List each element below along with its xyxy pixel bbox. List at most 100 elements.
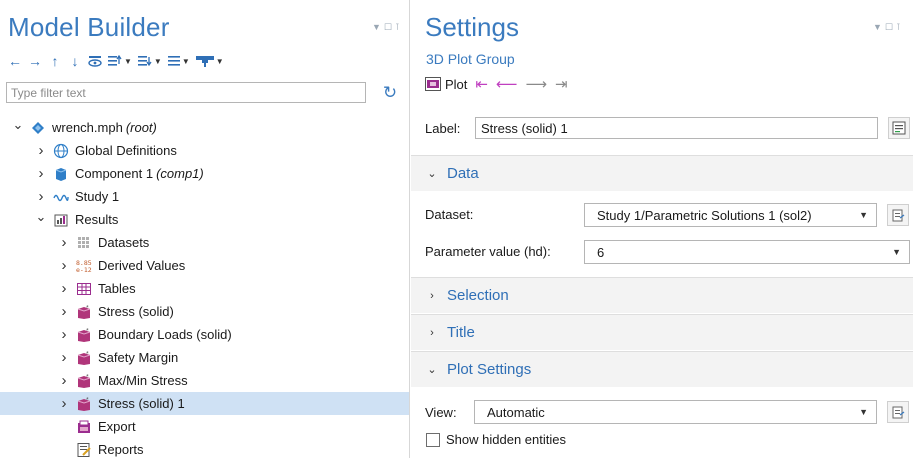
tree-item-label: Results	[75, 212, 119, 227]
tree-item[interactable]: › * Stress (solid)	[0, 300, 409, 323]
expand-icon[interactable]: ▼	[137, 51, 162, 71]
chevron-right-icon[interactable]: ›	[35, 165, 47, 182]
tree-item-label: Study 1	[75, 189, 120, 204]
view-caption: View:	[425, 405, 457, 420]
tree-item[interactable]: › * Safety Margin	[0, 346, 409, 369]
tree-item[interactable]: › 8.85 e-12 Derived Values	[0, 254, 409, 277]
move-up-icon[interactable]: ↑	[48, 51, 62, 71]
chevron-right-icon[interactable]: ›	[58, 257, 70, 274]
chevron-right-icon[interactable]: ›	[58, 349, 70, 366]
pin-icon[interactable]: ⊺	[896, 22, 904, 32]
section-title-label: Title	[447, 324, 475, 341]
globe-icon	[53, 143, 69, 159]
chevron-right-icon[interactable]: ›	[58, 234, 70, 251]
tree-item[interactable]: ⌄ wrench.mph (root)	[0, 116, 409, 139]
derived-values-icon: 8.85 e-12	[76, 258, 92, 274]
label-input[interactable]: Stress (solid) 1	[475, 117, 878, 139]
refresh-icon[interactable]: ↻	[379, 82, 401, 103]
settings-toolbar: Plot ⇤ ⟵ ⟶ ⇥	[425, 73, 568, 95]
component-icon	[53, 166, 69, 182]
maximize-icon[interactable]: ☐	[384, 22, 395, 32]
tree-item-tag: (root)	[125, 120, 157, 135]
filter-icon[interactable]: ▼	[195, 51, 224, 71]
first-plot-icon[interactable]: ⇤	[475, 75, 488, 93]
maximize-icon[interactable]: ☐	[885, 22, 896, 32]
tree-item[interactable]: › * Stress (solid) 1	[0, 392, 409, 415]
chevron-right-icon[interactable]: ›	[58, 395, 70, 412]
section-plot-settings[interactable]: ⌄ Plot Settings	[411, 351, 913, 387]
tree-item[interactable]: › Component 1 (comp1)	[0, 162, 409, 185]
tree-item-tag: (comp1)	[156, 166, 204, 181]
dataset-go-to-button[interactable]	[887, 204, 909, 226]
checkbox[interactable]	[426, 432, 440, 447]
show-icon[interactable]	[88, 51, 102, 71]
chevron-right-icon[interactable]: ›	[35, 142, 47, 159]
plot-group-icon: *	[76, 327, 92, 343]
tree-item[interactable]: › * Max/Min Stress	[0, 369, 409, 392]
tree-item[interactable]: › Datasets	[0, 231, 409, 254]
window-controls[interactable]: ▼☐⊺	[873, 22, 904, 33]
filter-field[interactable]	[6, 82, 366, 103]
last-plot-icon[interactable]: ⇥	[555, 75, 568, 93]
plot-button[interactable]: Plot	[425, 77, 467, 92]
view-go-to-button[interactable]	[887, 401, 909, 423]
tree-item[interactable]: Reports	[0, 438, 409, 458]
tree-item[interactable]: › Global Definitions	[0, 139, 409, 162]
tree-item-label: wrench.mph	[52, 120, 123, 135]
chevron-down-icon[interactable]: ▼	[873, 22, 885, 32]
model-builder-panel: Model Builder ▼☐⊺ ← → ↑ ↓ ▼ ▼ ▼ ▼ ↻ ⌄wre…	[0, 0, 410, 458]
chevron-down-icon[interactable]: ▼	[372, 22, 384, 32]
chevron-right-icon[interactable]: ›	[58, 303, 70, 320]
plot-group-icon: *	[76, 350, 92, 366]
chevron-right-icon: ›	[430, 326, 434, 339]
settings-panel: Settings ▼☐⊺ 3D Plot Group Plot ⇤ ⟵ ⟶ ⇥ …	[411, 0, 913, 458]
chevron-down-icon: ▼	[859, 210, 868, 220]
plot-group-icon: *	[76, 396, 92, 412]
chevron-right-icon: ›	[430, 289, 434, 302]
filter-input[interactable]	[7, 83, 365, 102]
window-controls[interactable]: ▼☐⊺	[372, 22, 403, 33]
tree-item[interactable]: › Study 1	[0, 185, 409, 208]
chevron-right-icon[interactable]: ›	[35, 188, 47, 205]
tree-item[interactable]: ⌄ Results	[0, 208, 409, 231]
forward-arrow-icon[interactable]: →	[28, 51, 42, 71]
chevron-down-icon: ⌄	[427, 364, 437, 376]
plot-label: Plot	[445, 76, 468, 92]
svg-text:*: *	[86, 328, 89, 335]
parameter-select[interactable]: 6 ▼	[584, 240, 910, 264]
pin-icon[interactable]: ⊺	[395, 22, 403, 32]
view-select[interactable]: Automatic ▼	[474, 400, 877, 424]
chevron-down-icon[interactable]: ⌄	[35, 209, 47, 225]
tree-item[interactable]: Export	[0, 415, 409, 438]
previous-plot-icon[interactable]: ⟵	[496, 75, 518, 93]
table-icon	[76, 281, 92, 297]
chevron-right-icon[interactable]: ›	[58, 280, 70, 297]
chevron-down-icon: ▼	[124, 56, 132, 66]
results-icon	[53, 212, 69, 228]
tree-item-label: Derived Values	[98, 258, 186, 273]
show-hidden-entities-checkbox[interactable]: Show hidden entities	[426, 432, 566, 447]
back-arrow-icon[interactable]: ←	[8, 51, 22, 71]
edit-icon	[892, 121, 906, 135]
list-view-icon[interactable]: ▼	[167, 51, 190, 71]
chevron-right-icon[interactable]: ›	[58, 372, 70, 389]
section-title[interactable]: › Title	[411, 314, 913, 350]
section-selection[interactable]: › Selection	[411, 277, 913, 313]
tree-item-label: Boundary Loads (solid)	[98, 327, 232, 342]
dataset-value: Study 1/Parametric Solutions 1 (sol2)	[597, 207, 812, 223]
tree-item-label: Tables	[98, 281, 136, 296]
chevron-down-icon: ▼	[859, 407, 868, 417]
datasets-icon	[76, 235, 92, 251]
dataset-select[interactable]: Study 1/Parametric Solutions 1 (sol2) ▼	[584, 203, 877, 227]
chevron-right-icon[interactable]: ›	[58, 326, 70, 343]
tree-item[interactable]: › Tables	[0, 277, 409, 300]
go-to-source-icon	[892, 406, 904, 418]
move-down-icon[interactable]: ↓	[68, 51, 82, 71]
collapse-icon[interactable]: ▼	[108, 51, 132, 71]
section-data[interactable]: ⌄ Data	[411, 155, 913, 191]
next-plot-icon[interactable]: ⟶	[526, 75, 548, 93]
edit-label-button[interactable]	[888, 117, 910, 139]
tree-item[interactable]: › * Boundary Loads (solid)	[0, 323, 409, 346]
model-icon	[30, 120, 46, 136]
chevron-down-icon[interactable]: ⌄	[12, 117, 24, 133]
